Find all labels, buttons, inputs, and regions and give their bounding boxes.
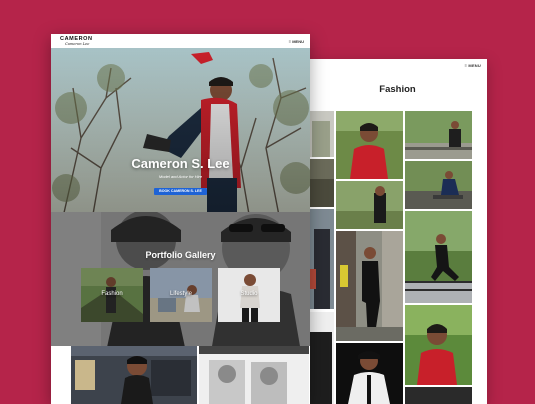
- site-header: CAMERON Cameron Lee ≡ MENU: [51, 34, 310, 48]
- fashion-photo[interactable]: [405, 111, 472, 159]
- fashion-photo[interactable]: [336, 343, 403, 404]
- fashion-photo[interactable]: [405, 387, 472, 404]
- gallery-card-label: Fashion: [101, 291, 123, 297]
- fashion-title: Fashion: [379, 84, 416, 95]
- preview-images: [71, 346, 309, 404]
- front-page: CAMERON Cameron Lee ≡ MENU Cameron S. Le…: [51, 34, 310, 404]
- hero-subtitle: Model and Actor for Hire: [158, 174, 203, 179]
- fashion-photo[interactable]: [308, 209, 334, 309]
- front-menu-button[interactable]: ≡ MENU: [289, 39, 304, 44]
- gallery-card-lifestyle[interactable]: Lifestyle: [150, 268, 212, 322]
- portfolio-gallery-section: Portfolio Gallery Fashion Lifestyle Stud…: [51, 212, 310, 352]
- fashion-photo[interactable]: [336, 111, 403, 179]
- fashion-photo[interactable]: [405, 161, 472, 209]
- hero-section: Cameron S. Lee Model and Actor for Hire …: [51, 48, 310, 226]
- gallery-card-fashion[interactable]: Fashion: [81, 268, 143, 322]
- fashion-photo[interactable]: [405, 305, 472, 385]
- fashion-photo[interactable]: [336, 181, 403, 229]
- gallery-card-label: Studio: [240, 291, 258, 297]
- gallery-card-studio[interactable]: Studio: [218, 268, 280, 322]
- fashion-page: ≡ MENU Fashion: [308, 59, 487, 404]
- fashion-photo[interactable]: [336, 231, 403, 341]
- fashion-photo[interactable]: [308, 111, 334, 157]
- site-logo-script: Cameron Lee: [65, 42, 90, 46]
- preview-strip: [51, 346, 310, 404]
- fashion-photo[interactable]: [308, 159, 334, 207]
- gallery-title: Portfolio Gallery: [145, 250, 216, 260]
- hero-name: Cameron S. Lee: [131, 156, 230, 171]
- fashion-photo[interactable]: [308, 312, 334, 404]
- hero-image: [51, 48, 310, 226]
- gallery-card-label: Lifestyle: [169, 291, 192, 297]
- fashion-menu-button[interactable]: ≡ MENU: [465, 63, 481, 68]
- book-button[interactable]: BOOK CAMERON S. LEE: [154, 188, 207, 195]
- fashion-photo[interactable]: [405, 211, 472, 303]
